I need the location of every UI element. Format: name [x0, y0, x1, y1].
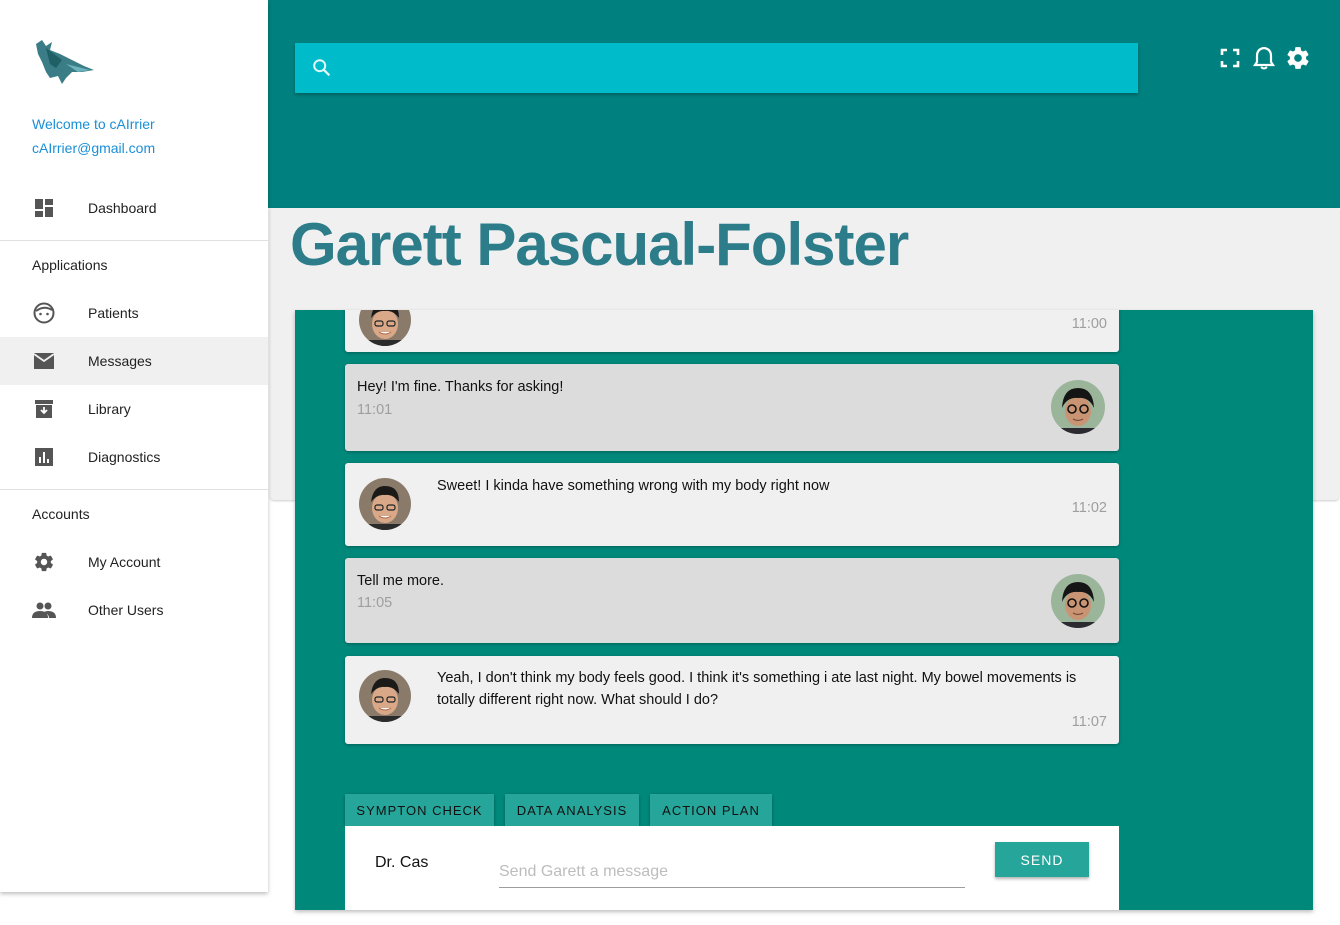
sender-name: Dr. Cas: [375, 854, 429, 871]
send-button[interactable]: SEND: [995, 842, 1089, 877]
sidebar-item-label: Library: [88, 401, 131, 417]
user-email[interactable]: cAIrrier@gmail.com: [32, 140, 155, 156]
message-time: 11:00: [1071, 316, 1107, 332]
face-icon: [32, 301, 56, 325]
patient-avatar: [359, 478, 411, 530]
action-plan-button[interactable]: ACTION PLAN: [650, 794, 772, 826]
sidebar-item-label: My Account: [88, 554, 161, 570]
people-icon: [32, 598, 56, 622]
sidebar-item-other-users[interactable]: Other Users: [0, 586, 268, 634]
patient-avatar: [359, 310, 411, 346]
message-time: 11:01: [357, 402, 393, 418]
dashboard-icon: [32, 196, 56, 220]
message-time: 11:07: [1071, 714, 1107, 730]
sidebar-item-label: Patients: [88, 305, 139, 321]
divider: [0, 240, 268, 241]
patient-avatar: [359, 670, 411, 722]
message-text: Tell me more.: [357, 573, 445, 589]
gear-icon[interactable]: [1284, 44, 1312, 72]
search-input[interactable]: [343, 43, 1123, 93]
sidebar-item-messages[interactable]: Messages: [0, 337, 268, 385]
search-bar[interactable]: [295, 43, 1138, 93]
sidebar-item-diagnostics[interactable]: Diagnostics: [0, 433, 268, 481]
mail-icon: [32, 349, 56, 373]
fullscreen-icon[interactable]: [1216, 44, 1244, 72]
bell-icon[interactable]: [1250, 44, 1278, 72]
sidebar-item-label: Dashboard: [88, 200, 157, 216]
sidebar: Welcome to cAIrrier cAIrrier@gmail.com D…: [0, 0, 268, 892]
message-text: Hey! I'm fine. Thanks for asking!: [357, 379, 564, 395]
sidebar-item-my-account[interactable]: My Account: [0, 538, 268, 586]
patient-name-heading: Garett Pascual-Folster: [290, 211, 909, 278]
message-text: Yeah, I don't think my body feels good. …: [437, 670, 1077, 708]
message-time: 11:02: [1071, 500, 1107, 516]
chat-panel[interactable]: 11:00 Hey! I'm fine. Thanks for asking! …: [295, 310, 1313, 910]
top-app-bar: [268, 0, 1340, 208]
message-bubble-patient: Yeah, I don't think my body feels good. …: [345, 656, 1119, 744]
sidebar-item-library[interactable]: Library: [0, 385, 268, 433]
message-bubble-doctor: Tell me more. 11:05: [345, 558, 1119, 643]
sidebar-item-dashboard[interactable]: Dashboard: [0, 184, 268, 232]
archive-icon: [32, 397, 56, 421]
message-bubble-patient: 11:00: [345, 310, 1119, 352]
data-analysis-button[interactable]: DATA ANALYSIS: [505, 794, 639, 826]
section-title-applications: Applications: [32, 257, 108, 273]
message-time: 11:05: [357, 595, 393, 611]
sidebar-item-patients[interactable]: Patients: [0, 289, 268, 337]
doctor-avatar: [1051, 380, 1105, 434]
sidebar-item-label: Messages: [88, 353, 152, 369]
message-input[interactable]: [499, 856, 965, 888]
message-bubble-doctor: Hey! I'm fine. Thanks for asking! 11:01: [345, 364, 1119, 451]
doctor-avatar: [1051, 574, 1105, 628]
welcome-text: Welcome to cAIrrier: [32, 116, 155, 132]
message-text: Sweet! I kinda have something wrong with…: [437, 478, 830, 494]
bar-chart-icon: [32, 445, 56, 469]
section-title-accounts: Accounts: [32, 506, 90, 522]
divider: [0, 489, 268, 490]
gear-icon: [32, 550, 56, 574]
search-icon: [311, 57, 333, 79]
message-bubble-patient: Sweet! I kinda have something wrong with…: [345, 463, 1119, 546]
app-logo: [32, 38, 98, 88]
symptom-check-button[interactable]: SYMPTON CHECK: [345, 794, 494, 826]
message-composer: Dr. Cas SEND: [345, 826, 1119, 910]
sidebar-item-label: Diagnostics: [88, 449, 161, 465]
sidebar-item-label: Other Users: [88, 602, 164, 618]
